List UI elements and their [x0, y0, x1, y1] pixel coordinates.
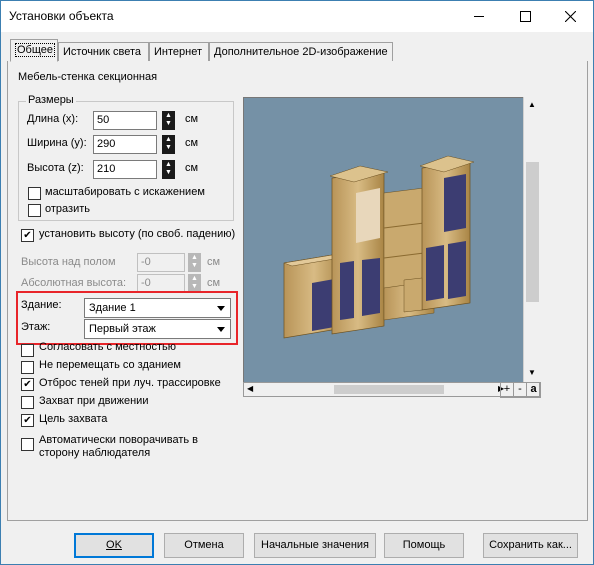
length-label: Длина (x):	[27, 113, 79, 125]
height-above-floor-input[interactable]: -0	[137, 253, 185, 272]
spin-up-icon: ▲	[191, 275, 198, 282]
floor-label: Этаж:	[21, 321, 51, 333]
snap-target-label: Цель захвата	[39, 413, 108, 425]
building-label: Здание:	[21, 299, 62, 311]
snap-on-move-label: Захват при движении	[39, 395, 149, 407]
save-as-button[interactable]: Сохранить как...	[483, 533, 578, 558]
help-button[interactable]: Помощь	[384, 533, 464, 558]
tab-light-source[interactable]: Источник света	[58, 42, 149, 61]
spin-up-icon: ▲	[165, 136, 172, 143]
height-spinner[interactable]: ▲ ▼	[162, 160, 175, 179]
auto-rotate-label-line1: Автоматически поворачивать в	[39, 434, 199, 446]
tab-internet[interactable]: Интернет	[149, 42, 209, 61]
spin-down-icon: ▼	[191, 283, 198, 290]
maximize-button[interactable]	[502, 1, 548, 32]
sizes-legend: Размеры	[26, 94, 76, 106]
scroll-left-icon[interactable]: ◀	[247, 384, 253, 393]
cancel-button[interactable]: Отмена	[164, 533, 244, 558]
furniture-wall-image	[283, 155, 475, 339]
scroll-down-icon[interactable]: ▼	[528, 368, 536, 377]
length-input[interactable]: 50	[93, 111, 157, 130]
zoom-in-button[interactable]: +	[500, 382, 514, 398]
title-bar: Установки объекта	[1, 1, 593, 32]
minimize-icon	[474, 16, 484, 17]
auto-view-button[interactable]: a	[526, 382, 541, 398]
cast-shadows-checkbox[interactable]: ✔	[21, 378, 34, 391]
scroll-thumb[interactable]	[526, 162, 539, 302]
height-above-floor-spinner[interactable]: ▲ ▼	[188, 253, 201, 272]
absolute-height-label: Абсолютная высота:	[21, 277, 127, 289]
height-above-floor-label: Высота над полом	[21, 256, 116, 268]
width-unit: см	[185, 137, 199, 149]
object-preview[interactable]	[243, 97, 541, 384]
length-spinner[interactable]: ▲ ▼	[162, 111, 175, 130]
preview-horizontal-scrollbar[interactable]: ◀ ▶	[243, 382, 540, 397]
close-icon	[564, 11, 576, 22]
object-name: Мебель-стенка секционная	[18, 71, 158, 83]
cast-shadows-label: Отброс теней при луч. трассировке	[39, 377, 221, 389]
floor-value: Первый этаж	[89, 323, 156, 335]
spin-up-icon: ▲	[191, 254, 198, 261]
floor-select[interactable]: Первый этаж	[84, 319, 231, 339]
scale-distort-checkbox[interactable]	[28, 187, 41, 200]
no-move-with-building-label: Не перемещать со зданием	[39, 359, 181, 371]
auto-rotate-checkbox[interactable]	[21, 438, 34, 451]
spin-up-icon: ▲	[165, 112, 172, 119]
width-spinner[interactable]: ▲ ▼	[162, 135, 175, 154]
scroll-up-icon[interactable]: ▲	[528, 100, 536, 109]
building-select[interactable]: Здание 1	[84, 298, 231, 318]
align-terrain-label: Согласовать с местностью	[39, 341, 177, 353]
ok-button[interactable]: OK	[74, 533, 154, 558]
spin-down-icon: ▼	[165, 120, 172, 127]
maximize-icon	[519, 11, 531, 22]
spin-down-icon: ▼	[191, 262, 198, 269]
align-terrain-checkbox[interactable]	[21, 344, 34, 357]
tab-general[interactable]: Общее	[10, 39, 58, 62]
auto-rotate-label-line2: сторону наблюдателя	[39, 447, 151, 459]
height-input[interactable]: 210	[93, 160, 157, 179]
snap-target-checkbox[interactable]: ✔	[21, 414, 34, 427]
spin-up-icon: ▲	[165, 161, 172, 168]
minimize-button[interactable]	[456, 1, 502, 32]
spin-down-icon: ▼	[165, 144, 172, 151]
length-unit: см	[185, 113, 199, 125]
height-above-floor-unit: см	[207, 256, 221, 268]
height-label: Высота (z):	[27, 162, 84, 174]
scale-distort-label: масштабировать с искажением	[45, 186, 205, 198]
height-unit: см	[185, 162, 199, 174]
chevron-down-icon	[213, 321, 229, 337]
tab-extra-2d[interactable]: Дополнительное 2D-изображение	[209, 42, 393, 61]
defaults-button[interactable]: Начальные значения	[254, 533, 376, 558]
snap-on-move-checkbox[interactable]	[21, 396, 34, 409]
window-title: Установки объекта	[9, 9, 114, 23]
chevron-down-icon	[213, 300, 229, 316]
zoom-out-button[interactable]: -	[513, 382, 527, 398]
absolute-height-unit: см	[207, 277, 221, 289]
close-button[interactable]	[547, 1, 593, 32]
building-value: Здание 1	[89, 302, 136, 314]
width-label: Ширина (y):	[27, 137, 87, 149]
dialog-window: Установки объекта Общее Источник света И…	[0, 0, 594, 565]
set-height-checkbox[interactable]: ✔	[21, 229, 34, 242]
set-height-label: установить высоту (по своб. падению)	[39, 228, 236, 240]
spin-down-icon: ▼	[165, 169, 172, 176]
preview-vertical-scrollbar[interactable]: ▲ ▼	[523, 97, 541, 382]
scroll-thumb-horizontal[interactable]	[334, 385, 444, 394]
mirror-label: отразить	[45, 203, 90, 215]
mirror-checkbox[interactable]	[28, 204, 41, 217]
no-move-with-building-checkbox[interactable]	[21, 361, 34, 374]
width-input[interactable]: 290	[93, 135, 157, 154]
